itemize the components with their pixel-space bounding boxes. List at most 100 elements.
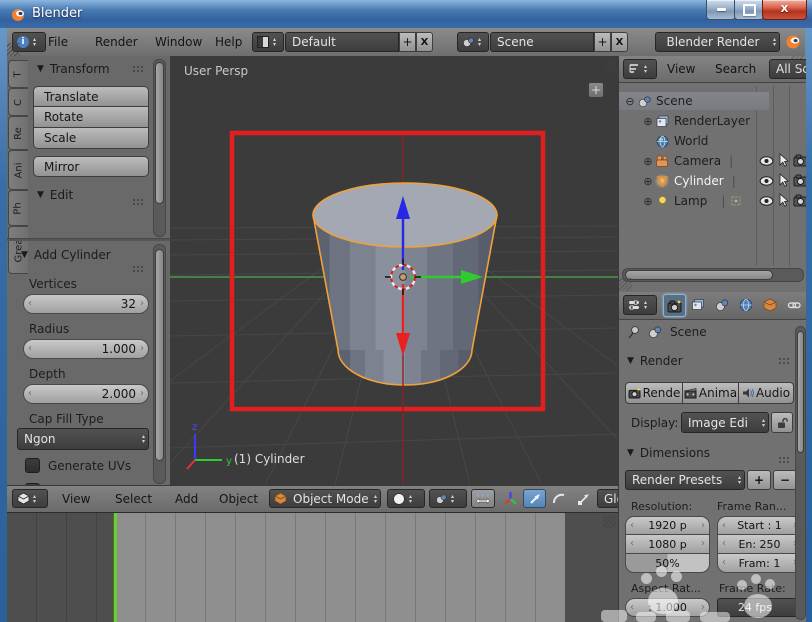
- panel-grip-icon[interactable]: [779, 457, 790, 464]
- render-restrict-camera-icon[interactable]: [793, 193, 806, 208]
- render-still-button[interactable]: Rende: [625, 382, 683, 404]
- increment-icon[interactable]: ›: [701, 520, 705, 531]
- screen-layout-name-field[interactable]: Default: [285, 32, 399, 52]
- scrollbar-thumb[interactable]: [155, 62, 164, 204]
- panel-grip-icon[interactable]: [133, 66, 144, 73]
- scene-delete-button[interactable]: X: [611, 32, 628, 52]
- shelf-tab-tools[interactable]: T: [8, 60, 28, 88]
- display-select[interactable]: Image Edi ▴ ▾: [681, 412, 769, 433]
- render-panel-header[interactable]: ▼ Render: [627, 354, 683, 368]
- menu-select[interactable]: Select: [115, 486, 152, 513]
- panel-grip-icon[interactable]: [779, 358, 790, 365]
- menu-file[interactable]: File: [48, 28, 68, 56]
- corner-grip[interactable]: [791, 56, 804, 69]
- hide-eye-icon[interactable]: [759, 153, 774, 168]
- maximize-button[interactable]: [734, 0, 764, 20]
- render-presets-select[interactable]: Render Presets ▴ ▾: [625, 470, 745, 490]
- shelf-tab-animation[interactable]: Ani: [8, 150, 28, 190]
- screen-layout-browse-button[interactable]: ▴ ▾: [252, 32, 284, 52]
- scrollbar-thumb[interactable]: [155, 249, 164, 461]
- increment-icon[interactable]: ›: [140, 389, 144, 399]
- mode-select[interactable]: Object Mode ▴ ▾: [269, 489, 381, 508]
- editor-type-properties-selector[interactable]: ▴ ▾: [623, 295, 657, 315]
- tab-scene[interactable]: [711, 294, 732, 315]
- screen-layout-delete-button[interactable]: X: [416, 32, 433, 52]
- minimize-button[interactable]: [706, 0, 736, 20]
- add-cylinder-panel-header[interactable]: ▼ Add Cylinder: [21, 248, 111, 262]
- depth-field[interactable]: ‹ 2.000 ›: [23, 384, 149, 404]
- breadcrumb-scene-label[interactable]: Scene: [670, 325, 707, 339]
- frame-step-field[interactable]: ‹Fram: 1›: [717, 554, 802, 573]
- corner-grip[interactable]: [603, 58, 616, 71]
- frame-end-field[interactable]: ‹En: 250›: [717, 535, 802, 554]
- menu-add[interactable]: Add: [175, 486, 198, 513]
- tab-render[interactable]: [663, 294, 686, 317]
- shelf-scrollbar-upper[interactable]: [153, 59, 166, 237]
- render-restrict-camera-icon[interactable]: [793, 153, 806, 168]
- menu-window[interactable]: Window: [155, 28, 202, 56]
- frame-start-field[interactable]: ‹Start : 1›: [717, 516, 802, 535]
- manipulate-center-points-button[interactable]: [471, 489, 495, 508]
- hide-eye-icon[interactable]: [759, 173, 774, 188]
- outliner-row-renderlayer[interactable]: ⊕ RenderLayer: [619, 112, 806, 130]
- scale-button[interactable]: Scale: [33, 128, 149, 149]
- increment-icon[interactable]: ›: [140, 299, 144, 309]
- radius-field[interactable]: ‹ 1.000 ›: [23, 339, 149, 359]
- shelf-tab-physics[interactable]: Ph: [8, 190, 28, 226]
- selectability-pointer-icon[interactable]: [778, 173, 789, 188]
- translate-manipulator-button[interactable]: [523, 489, 546, 508]
- increment-icon[interactable]: ›: [701, 602, 705, 613]
- selectability-pointer-icon[interactable]: [778, 153, 789, 168]
- scrollbar-thumb[interactable]: [797, 331, 804, 453]
- corner-grip[interactable]: [603, 515, 616, 528]
- preset-remove-button[interactable]: −: [773, 470, 797, 490]
- shelf-tab-create[interactable]: C: [8, 88, 28, 116]
- render-restrict-camera-icon[interactable]: [793, 173, 806, 188]
- tab-render-layers[interactable]: [687, 294, 708, 315]
- viewport-3d[interactable]: z y User Persp (1) Cylinder +: [170, 56, 618, 485]
- timeline-playhead[interactable]: [113, 513, 117, 622]
- expand-plus-icon[interactable]: ⊕: [641, 155, 655, 168]
- close-button[interactable]: X: [762, 0, 807, 20]
- shelf-scrollbar-lower[interactable]: [153, 244, 166, 484]
- timeline-editor[interactable]: [7, 512, 618, 622]
- dimensions-panel-header[interactable]: ▼ Dimensions: [627, 446, 710, 460]
- hide-eye-icon[interactable]: [759, 193, 774, 208]
- scale-manipulator-button[interactable]: [571, 489, 594, 508]
- generate-uvs-checkbox[interactable]: [25, 458, 40, 473]
- preset-add-button[interactable]: +: [747, 470, 771, 490]
- render-animation-button[interactable]: Anima: [683, 382, 739, 404]
- shelf-tab-relations[interactable]: Re: [8, 116, 28, 150]
- tab-constraints[interactable]: [783, 294, 804, 315]
- expand-plus-icon[interactable]: ⊕: [641, 175, 655, 188]
- panel-grip-icon[interactable]: [133, 266, 144, 273]
- scene-name-field[interactable]: Scene: [490, 32, 594, 52]
- mirror-button[interactable]: Mirror: [33, 156, 149, 177]
- rotate-manipulator-button[interactable]: [547, 489, 570, 508]
- cap-fill-select[interactable]: Ngon ▴ ▾: [17, 428, 149, 450]
- editor-type-3dview-selector[interactable]: ▴ ▾: [12, 489, 48, 508]
- increment-icon[interactable]: ›: [140, 344, 144, 354]
- manipulator-axis-button[interactable]: [499, 489, 522, 508]
- vertices-field[interactable]: ‹ 32 ›: [23, 294, 149, 314]
- viewport-shading-select[interactable]: ▴ ▾: [387, 489, 425, 508]
- transform-panel-header[interactable]: ▼ Transform: [37, 62, 110, 76]
- rotate-button[interactable]: Rotate: [33, 107, 149, 128]
- outliner-menu-search[interactable]: Search: [715, 56, 756, 82]
- corner-grip[interactable]: [619, 278, 632, 291]
- resolution-x-field[interactable]: ‹ 1920 p ›: [625, 516, 710, 535]
- menu-view[interactable]: View: [62, 486, 90, 513]
- render-engine-select[interactable]: Blender Render ▴ ▾: [655, 32, 780, 52]
- corner-grip[interactable]: [7, 43, 20, 56]
- edit-panel-header[interactable]: ▼ Edit: [37, 188, 73, 202]
- outliner-menu-view[interactable]: View: [667, 56, 695, 82]
- panel-grip-icon[interactable]: [133, 199, 144, 206]
- screen-layout-add-button[interactable]: +: [399, 32, 416, 52]
- outliner-row-scene[interactable]: ⊖ Scene: [619, 92, 769, 110]
- scene-add-button[interactable]: +: [594, 32, 611, 52]
- outliner-row-world[interactable]: World: [619, 132, 806, 150]
- collapse-minus-icon[interactable]: ⊖: [623, 95, 637, 108]
- selectability-pointer-icon[interactable]: [778, 193, 789, 208]
- tab-world[interactable]: [735, 294, 756, 315]
- tab-object[interactable]: [759, 294, 780, 315]
